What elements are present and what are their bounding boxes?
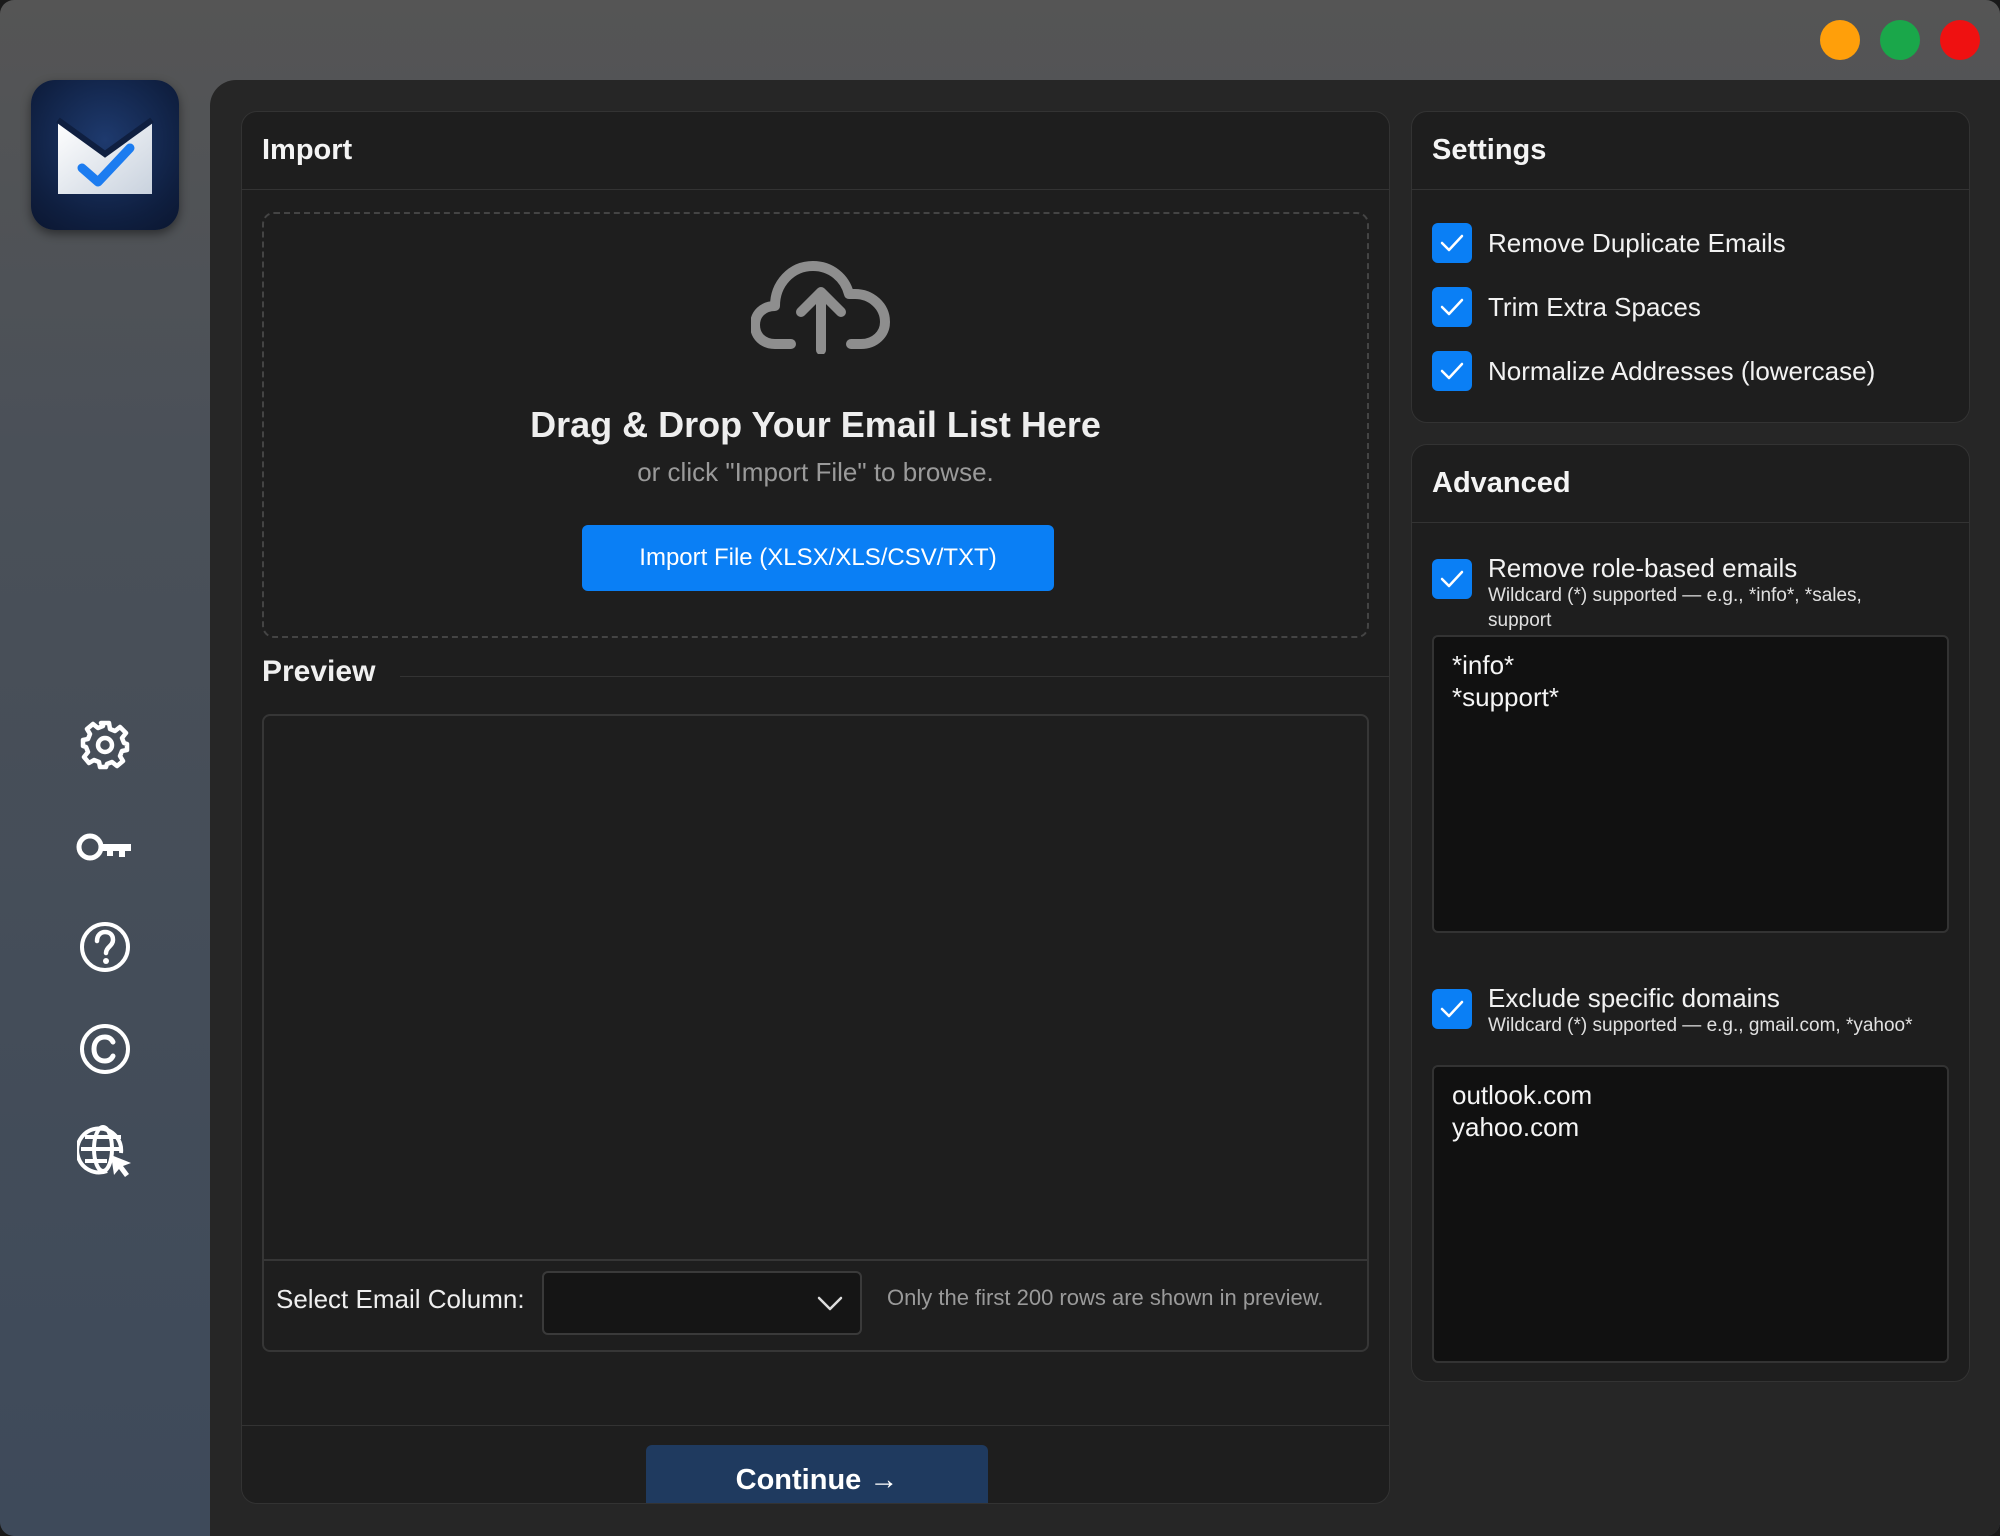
normalize-checkbox[interactable]: [1432, 351, 1472, 391]
exclude-domains-checkbox[interactable]: [1432, 989, 1472, 1029]
sidebar: [0, 80, 210, 1536]
globe-cursor-icon: [77, 1125, 131, 1177]
option-normalize[interactable]: Normalize Addresses (lowercase): [1432, 351, 1875, 391]
role-based-label: Remove role-based emails: [1488, 553, 1798, 583]
cloud-upload-icon: [751, 261, 890, 354]
chevron-down-icon: [817, 1296, 843, 1311]
minimize-button[interactable]: [1820, 20, 1860, 60]
drop-zone[interactable]: Drag & Drop Your Email List Here or clic…: [262, 212, 1369, 638]
email-column-select[interactable]: [542, 1271, 862, 1335]
sidebar-item-license[interactable]: [75, 817, 135, 877]
preview-heading: Preview: [262, 655, 376, 688]
exclude-domains-hint: Wildcard (*) supported — e.g., gmail.com…: [1488, 1015, 1913, 1036]
role-based-textarea[interactable]: [1432, 635, 1949, 933]
trim-spaces-checkbox[interactable]: [1432, 287, 1472, 327]
option-role-based[interactable]: Remove role-based emails Wildcard (*) su…: [1432, 553, 1918, 633]
app-window: Import Drag & Drop Your Email List Here …: [0, 0, 2000, 1536]
role-based-checkbox[interactable]: [1432, 559, 1472, 599]
sidebar-item-help[interactable]: [75, 917, 135, 977]
help-icon: [80, 922, 130, 972]
close-button[interactable]: [1940, 20, 1980, 60]
option-trim-spaces[interactable]: Trim Extra Spaces: [1432, 287, 1701, 327]
checkmark-icon: [1440, 234, 1464, 252]
remove-duplicates-label: Remove Duplicate Emails: [1488, 228, 1786, 258]
normalize-label: Normalize Addresses (lowercase): [1488, 356, 1876, 386]
preview-table[interactable]: [264, 716, 1367, 1261]
dropzone-subtitle: or click "Import File" to browse.: [637, 457, 994, 487]
maximize-button[interactable]: [1880, 20, 1920, 60]
checkmark-icon: [1440, 1000, 1464, 1018]
option-exclude-domains[interactable]: Exclude specific domains Wildcard (*) su…: [1432, 983, 1918, 1038]
role-based-hint: Wildcard (*) supported — e.g., *info*, *…: [1488, 585, 1862, 631]
app-logo: [31, 80, 179, 230]
checkmark-icon: [1440, 570, 1464, 588]
key-icon: [76, 833, 131, 861]
mail-check-icon: [56, 117, 154, 194]
copyright-icon: [80, 1024, 130, 1074]
settings-title: Settings: [1412, 112, 1969, 190]
import-panel: Import Drag & Drop Your Email List Here …: [241, 111, 1390, 1504]
continue-button[interactable]: Continue →: [646, 1445, 988, 1503]
checkmark-icon: [1440, 298, 1464, 316]
remove-duplicates-checkbox[interactable]: [1432, 223, 1472, 263]
advanced-panel: Advanced Remove role-based emails Wildca…: [1411, 444, 1970, 1382]
checkmark-icon: [1440, 362, 1464, 380]
import-file-button[interactable]: Import File (XLSX/XLS/CSV/TXT): [582, 525, 1054, 591]
preview-note: Only the first 200 rows are shown in pre…: [887, 1285, 1324, 1310]
dropzone-title: Drag & Drop Your Email List Here: [530, 404, 1101, 445]
sidebar-item-website[interactable]: [75, 1121, 135, 1181]
option-remove-duplicates[interactable]: Remove Duplicate Emails: [1432, 223, 1786, 263]
exclude-domains-textarea[interactable]: [1432, 1065, 1949, 1363]
sidebar-item-about[interactable]: [75, 1019, 135, 1079]
gear-icon: [80, 720, 130, 770]
preview-divider: [400, 676, 1389, 677]
email-column-label: Select Email Column:: [276, 1284, 525, 1314]
main-content: Import Drag & Drop Your Email List Here …: [210, 80, 2000, 1536]
settings-panel: Settings Remove Duplicate Emails Trim Ex…: [1411, 111, 1970, 423]
sidebar-item-settings[interactable]: [75, 715, 135, 775]
title-bar: [0, 0, 2000, 80]
advanced-title: Advanced: [1412, 445, 1969, 523]
trim-spaces-label: Trim Extra Spaces: [1488, 292, 1701, 322]
footer-divider: [242, 1425, 1389, 1426]
preview-container: Select Email Column: Only the first 200 …: [262, 714, 1369, 1352]
exclude-domains-label: Exclude specific domains: [1488, 983, 1780, 1013]
import-title: Import: [242, 112, 1389, 190]
